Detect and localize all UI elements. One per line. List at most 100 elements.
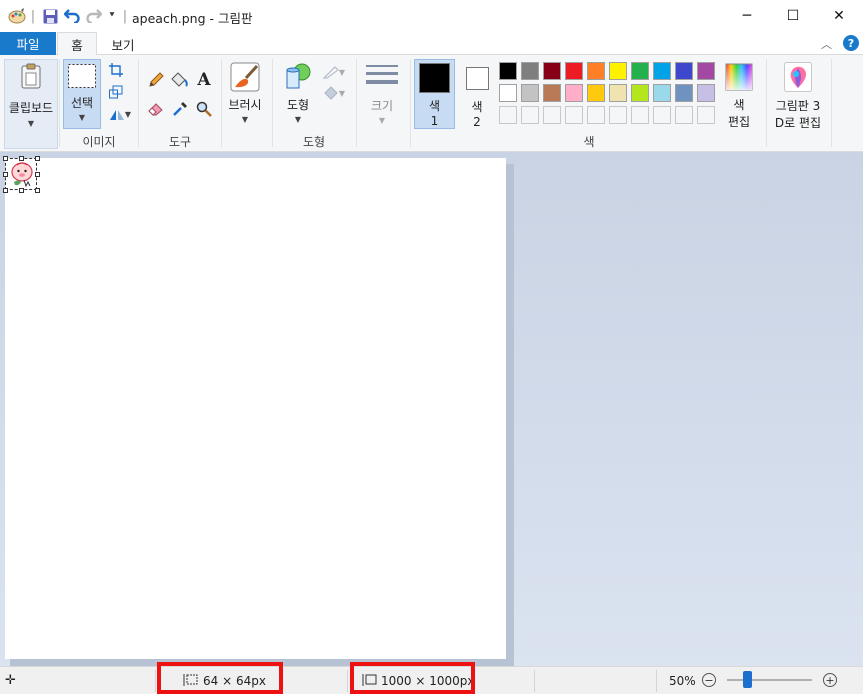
drawing-canvas[interactable] [3,156,506,659]
custom-color-slot[interactable] [499,106,517,124]
palette-swatch[interactable] [675,84,693,102]
close-button[interactable]: ✕ [816,0,862,32]
palette-swatch[interactable] [587,62,605,80]
palette-swatch[interactable] [587,84,605,102]
outline-icon[interactable]: ▼ [321,63,347,81]
undo-icon[interactable] [63,7,81,25]
select-icon [66,60,98,92]
canvas-workspace[interactable] [0,152,863,668]
resize-handle[interactable] [3,188,8,193]
customize-quick-access-icon[interactable]: ⯆ [106,7,118,25]
resize-handle[interactable] [35,156,40,161]
edit-with-paint3d-button[interactable]: 그림판 3 D로 편집 [770,61,826,131]
tools-group-label: 도구 [168,135,192,149]
resize-handle[interactable] [19,188,24,193]
resize-handle[interactable] [3,156,8,161]
eraser-icon[interactable] [147,100,165,118]
pencil-icon[interactable] [147,71,165,89]
palette-swatch[interactable] [675,62,693,80]
text-tool-icon[interactable]: A [195,70,213,90]
crop-icon[interactable] [107,61,125,79]
custom-color-slot[interactable] [565,106,583,124]
palette-swatch[interactable] [543,62,561,80]
palette-swatch[interactable] [499,84,517,102]
custom-color-slot[interactable] [609,106,627,124]
palette-swatch[interactable] [521,84,539,102]
palette-swatch[interactable] [565,62,583,80]
fill-icon[interactable]: ▼ [321,84,347,102]
palette-swatch[interactable] [609,84,627,102]
palette-swatch[interactable] [697,62,715,80]
magnifier-icon[interactable] [195,100,213,118]
ribbon-home: 클립보드 ▼ 선택 ▼ ▼ 이미지 A 도구 브러시 ▼ 도형 ▼ ▼ ▼ 도형… [0,55,863,152]
palette-swatch[interactable] [499,62,517,80]
tab-home[interactable]: 홈 [57,32,97,56]
color-2-button[interactable]: 색 2 [459,59,495,129]
color-1-label: 색 [428,99,441,113]
selection-rectangle[interactable] [5,158,37,190]
palette-swatch[interactable] [543,84,561,102]
size-label: 크기 [370,99,394,113]
palette-swatch[interactable] [631,84,649,102]
shapes-button[interactable]: 도형 ▼ [279,61,317,131]
group-divider [831,59,832,147]
palette-swatch[interactable] [609,62,627,80]
zoom-slider-track[interactable] [727,679,812,681]
custom-color-slot[interactable] [587,106,605,124]
help-icon[interactable]: ? [843,35,859,51]
palette-swatch[interactable] [697,84,715,102]
custom-color-slot[interactable] [543,106,561,124]
resize-handle[interactable] [35,188,40,193]
rotate-icon[interactable]: ▼ [107,105,133,123]
title-separator: | [122,8,128,24]
maximize-button[interactable]: ☐ [770,0,816,32]
color-1-number: 1 [430,114,439,128]
resize-handle[interactable] [35,172,40,177]
save-icon[interactable] [41,7,59,25]
collapse-ribbon-icon[interactable]: ︿ [821,36,832,52]
redo-icon[interactable] [85,7,103,25]
paint-app-icon[interactable] [7,7,27,25]
custom-color-slot[interactable] [675,106,693,124]
group-divider [59,59,60,147]
clipboard-button[interactable]: 클립보드 ▼ [4,59,58,149]
palette-swatch[interactable] [631,62,649,80]
custom-color-slot[interactable] [653,106,671,124]
resize-handle[interactable] [19,156,24,161]
color-1-button[interactable]: 색 1 [414,59,455,129]
status-divider [155,670,156,692]
color-picker-icon[interactable] [171,100,189,118]
tab-view[interactable]: 보기 [103,32,143,56]
custom-color-slot[interactable] [697,106,715,124]
zoom-out-button[interactable]: − [702,673,716,687]
palette-swatch[interactable] [653,84,671,102]
palette-swatch[interactable] [521,62,539,80]
edit-colors-button[interactable]: 색 편집 [721,61,757,131]
zoom-in-button[interactable]: + [823,673,837,687]
status-divider [534,670,535,692]
window-title: apeach.png - 그림판 [132,11,253,26]
zoom-level: 50% [669,674,696,688]
custom-color-slot[interactable] [521,106,539,124]
group-divider [410,59,411,147]
group-divider [138,59,139,147]
size-button[interactable]: 크기 ▼ [362,61,402,131]
colors-group-label: 색 [583,135,595,149]
clipboard-icon [15,60,47,92]
group-divider [221,59,222,147]
zoom-slider-thumb[interactable] [743,671,752,688]
chevron-down-icon: ▼ [338,88,346,98]
custom-color-slot[interactable] [631,106,649,124]
fill-bucket-icon[interactable] [170,71,188,89]
palette-swatch[interactable] [653,62,671,80]
edit-colors-icon [723,61,755,93]
resize-handle[interactable] [3,172,8,177]
minimize-button[interactable]: ─ [724,0,770,32]
select-button[interactable]: 선택 ▼ [63,59,101,129]
chevron-down-icon: ▼ [378,116,386,125]
brushes-button[interactable]: 브러시 ▼ [225,61,265,131]
tab-file[interactable]: 파일 [0,32,56,55]
resize-icon[interactable] [107,83,125,101]
palette-swatch[interactable] [565,84,583,102]
shapes-group-label: 도형 [302,135,326,149]
